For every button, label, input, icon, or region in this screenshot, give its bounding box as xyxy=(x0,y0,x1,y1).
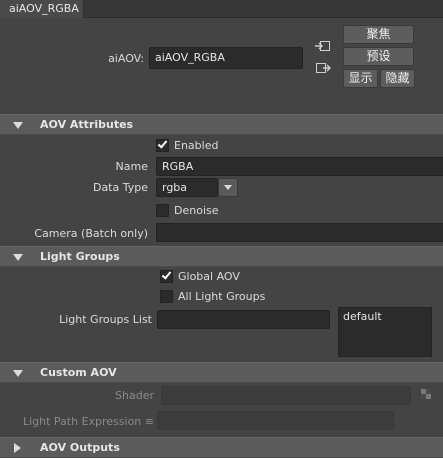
collapse-arrow-icon[interactable] xyxy=(13,254,23,261)
section-title: Custom AOV xyxy=(40,366,117,379)
section-title: AOV Attributes xyxy=(40,118,134,131)
all-light-groups-checkbox[interactable] xyxy=(160,290,173,303)
data-type-dropdown-button[interactable] xyxy=(218,178,238,197)
tab-aiaov-rgba[interactable]: aiAOV_RGBA xyxy=(0,0,84,18)
shader-field xyxy=(161,386,411,405)
checkmark-icon xyxy=(157,138,168,149)
node-name-field[interactable]: aiAOV_RGBA xyxy=(149,47,303,69)
presets-button[interactable]: 预设 xyxy=(343,47,414,66)
enabled-label: Enabled xyxy=(174,139,219,152)
expand-arrow-icon[interactable] xyxy=(14,443,21,453)
section-custom-aov[interactable]: Custom AOV xyxy=(0,362,443,383)
chevron-down-icon xyxy=(224,185,232,190)
lpe-field xyxy=(157,411,394,430)
collapse-arrow-icon[interactable] xyxy=(13,370,23,377)
section-title: Light Groups xyxy=(40,250,120,263)
name-label: Name xyxy=(115,160,148,173)
section-light-groups[interactable]: Light Groups xyxy=(0,246,443,267)
section-aov-outputs[interactable]: AOV Outputs xyxy=(0,437,443,458)
checkmark-icon xyxy=(161,269,172,280)
show-button[interactable]: 显示 xyxy=(343,69,378,88)
light-groups-listbox[interactable]: default xyxy=(338,307,432,357)
data-type-dropdown[interactable]: rgba xyxy=(156,178,218,197)
global-aov-label: Global AOV xyxy=(178,270,240,283)
section-title: AOV Outputs xyxy=(40,441,120,454)
map-button-icon xyxy=(421,389,431,399)
denoise-checkbox[interactable] xyxy=(156,204,169,217)
enabled-checkbox[interactable] xyxy=(156,138,169,152)
shader-label: Shader xyxy=(115,389,154,402)
global-aov-checkbox[interactable] xyxy=(160,269,173,283)
list-item[interactable]: default xyxy=(343,310,382,324)
node-name-label: aiAOV: xyxy=(108,52,144,65)
data-type-label: Data Type xyxy=(92,181,148,194)
lpe-label: Light Path Expression ≡ xyxy=(22,415,154,428)
hide-button[interactable]: 隐藏 xyxy=(380,69,415,88)
camera-label: Camera (Batch only) xyxy=(34,227,148,240)
light-groups-list-field[interactable] xyxy=(157,310,330,329)
denoise-label: Denoise xyxy=(174,204,219,217)
section-aov-attributes[interactable]: AOV Attributes xyxy=(0,114,443,135)
output-connection-icon[interactable] xyxy=(315,62,331,74)
camera-field[interactable] xyxy=(156,223,443,242)
collapse-arrow-icon[interactable] xyxy=(13,122,23,129)
all-light-groups-label: All Light Groups xyxy=(178,290,266,303)
light-groups-list-label: Light Groups List xyxy=(59,313,152,326)
name-field[interactable]: RGBA xyxy=(156,157,443,176)
input-connection-icon[interactable] xyxy=(315,40,331,52)
focus-button[interactable]: 聚焦 xyxy=(343,25,414,44)
